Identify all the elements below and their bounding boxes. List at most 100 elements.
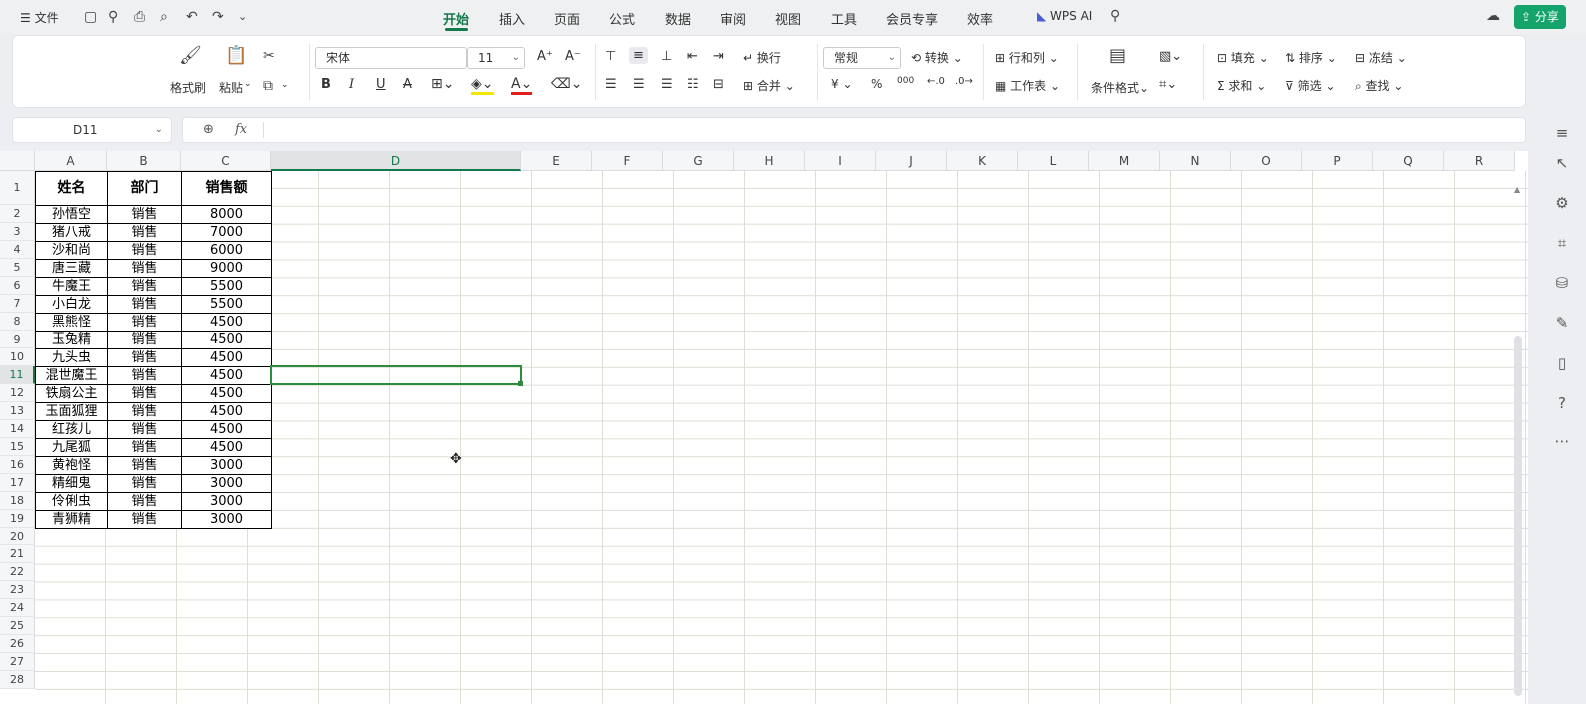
copy-dropdown-icon[interactable]: ⌄ [281,80,289,90]
align-center-icon[interactable]: ☰ [633,77,645,92]
sum-button[interactable]: Σ 求和 ⌄ [1217,77,1266,94]
row-header-5[interactable]: 5 [0,259,35,277]
book-icon[interactable]: ▯ [1552,355,1572,371]
table-cell[interactable]: 九头虫 [35,348,108,367]
formula-input[interactable]: ⊕ fx [182,117,1526,143]
table-cell[interactable]: 销售 [107,223,182,242]
cell-style-icon[interactable]: ▧⌄ [1159,49,1182,64]
table-cell[interactable]: 玉面狐狸 [35,402,108,421]
thousands-button[interactable]: 000 [897,76,914,86]
table-cell[interactable]: 销售 [107,331,182,349]
font-name-select[interactable]: 宋体 [315,47,467,69]
table-cell[interactable]: 销售 [107,241,182,260]
more-icon[interactable]: ⋯ [1552,433,1572,449]
copy-icon[interactable]: ⧉ [263,78,273,94]
cut-icon[interactable]: ✂ [263,48,275,64]
row-header-25[interactable]: 25 [0,617,35,635]
format-painter-button[interactable]: 格式刷 [170,79,206,96]
column-header-i[interactable]: I [805,151,876,171]
table-cell[interactable]: 铁扇公主 [35,384,108,403]
table-cell[interactable]: 九尾狐 [35,438,108,457]
table-cell[interactable]: 销售 [107,474,182,493]
row-header-3[interactable]: 3 [0,223,35,241]
row-header-7[interactable]: 7 [0,295,35,313]
row-header-21[interactable]: 21 [0,545,35,563]
align-left-icon[interactable]: ☰ [605,77,617,92]
column-header-l[interactable]: L [1018,151,1089,171]
table-cell[interactable]: 销售 [107,313,182,332]
table-cell[interactable]: 销售 [107,510,182,529]
paste-button[interactable]: 粘贴 [219,79,243,96]
row-header-6[interactable]: 6 [0,277,35,295]
column-header-e[interactable]: E [521,151,592,171]
table-header-cell[interactable]: 部门 [107,171,182,206]
table-cell[interactable]: 5500 [181,277,272,296]
help-icon[interactable]: ? [1552,395,1572,411]
decrease-font-icon[interactable]: A⁻ [565,49,581,64]
tools-icon[interactable]: ✎ [1552,315,1572,331]
increase-font-icon[interactable]: A⁺ [537,49,553,64]
print-icon[interactable]: ⎙ [134,9,145,25]
table-cell[interactable]: 7000 [181,223,272,242]
share-button[interactable]: ⇪ 分享 [1514,5,1566,29]
tab-member[interactable]: 会员专享 [886,9,938,28]
find-button[interactable]: ⌕ 查找 ⌄ [1355,77,1403,94]
print-preview-icon[interactable]: ⌕ [160,9,168,25]
table-header-cell[interactable]: 姓名 [35,171,108,206]
merge-button[interactable]: ⊞ 合并 ⌄ [743,77,795,94]
table-cell[interactable]: 4500 [181,366,272,385]
table-cell[interactable]: 4500 [181,402,272,421]
tab-view[interactable]: 视图 [775,9,801,28]
convert-button[interactable]: ⟲ 转换 ⌄ [911,49,963,66]
underline-button[interactable]: U [376,77,386,92]
row-header-24[interactable]: 24 [0,599,35,617]
row-header-23[interactable]: 23 [0,581,35,599]
row-header-26[interactable]: 26 [0,635,35,653]
fill-color-icon[interactable]: ◈⌄ [471,76,494,95]
table-cell[interactable]: 销售 [107,366,182,385]
redo-icon[interactable]: ↷ [212,9,224,25]
table-cell[interactable]: 9000 [181,259,272,278]
column-header-a[interactable]: A [35,151,107,171]
table-cell[interactable]: 4500 [181,348,272,367]
row-header-9[interactable]: 9 [0,331,35,348]
table-cell[interactable]: 黑熊怪 [35,313,108,332]
collapse-icon[interactable]: ≡ [1552,125,1572,141]
row-header-2[interactable]: 2 [0,205,35,223]
row-header-20[interactable]: 20 [0,528,35,545]
share-link-icon[interactable]: ⚲ [108,9,118,25]
table-cell[interactable]: 伶俐虫 [35,492,108,511]
row-header-17[interactable]: 17 [0,474,35,492]
table-cell[interactable]: 销售 [107,438,182,457]
percent-button[interactable]: % [871,77,882,91]
table-cell[interactable]: 销售 [107,420,182,439]
table-cell[interactable]: 8000 [181,205,272,224]
chevron-down-icon[interactable]: ⌄ [238,9,247,25]
row-header-14[interactable]: 14 [0,420,35,438]
table-cell[interactable]: 黄袍怪 [35,456,108,475]
chart-icon[interactable]: ⛁ [1552,275,1572,291]
table-cell[interactable]: 销售 [107,205,182,224]
table-cell[interactable]: 销售 [107,384,182,403]
search-icon[interactable]: ⚲ [1110,8,1120,24]
cloud-icon[interactable]: ☁ [1486,8,1500,24]
name-box[interactable]: D11 ⌄ [12,117,172,143]
row-col-button[interactable]: ⊞ 行和列 ⌄ [995,49,1059,66]
save-icon[interactable]: ▢ [84,9,97,25]
table-cell[interactable]: 牛魔王 [35,277,108,296]
table-cell[interactable]: 3000 [181,510,272,529]
worksheet-button[interactable]: ▦ 工作表 ⌄ [995,77,1060,94]
row-header-22[interactable]: 22 [0,563,35,581]
font-color-icon[interactable]: A⌄ [511,76,533,95]
scroll-up-icon[interactable]: ▲ [1514,185,1520,194]
row-header-10[interactable]: 10 [0,348,35,366]
row-header-11[interactable]: 11 [0,366,35,384]
table-cell[interactable]: 4500 [181,331,272,349]
tab-page[interactable]: 页面 [554,9,580,28]
crop-icon[interactable]: ⌗ [1552,235,1572,251]
column-header-g[interactable]: G [663,151,734,171]
row-header-27[interactable]: 27 [0,653,35,671]
align-bottom-icon[interactable]: ⊥ [661,49,672,64]
row-header-15[interactable]: 15 [0,438,35,456]
row-header-18[interactable]: 18 [0,492,35,510]
